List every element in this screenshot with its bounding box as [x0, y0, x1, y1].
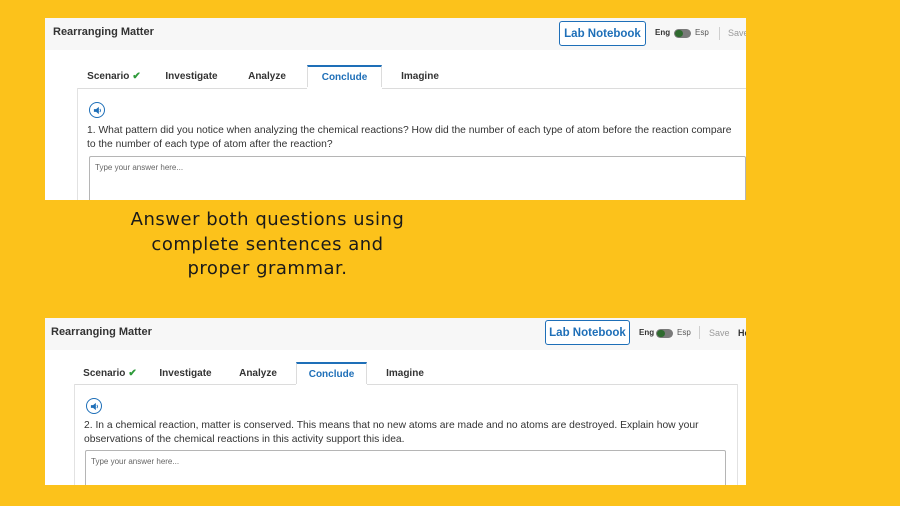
- tab-investigate[interactable]: Investigate: [149, 362, 222, 384]
- speaker-icon: [93, 106, 101, 114]
- audio-button[interactable]: [86, 398, 102, 414]
- divider: [719, 27, 720, 40]
- checkmark-icon: ✔: [132, 70, 141, 82]
- toggle-knob: [675, 30, 683, 37]
- tab-analyze[interactable]: Analyze: [229, 362, 287, 384]
- tab-label: Conclude: [308, 368, 355, 380]
- tab-investigate[interactable]: Investigate: [155, 65, 228, 87]
- answer-input[interactable]: [89, 156, 746, 200]
- lang-eng-label: Eng: [639, 328, 655, 337]
- tab-scenario[interactable]: Scenario ✔: [83, 65, 145, 87]
- top-bar: Rearranging Matter Lab Notebook Eng Esp …: [45, 18, 746, 50]
- divider: [699, 326, 700, 339]
- tab-label: Analyze: [239, 367, 277, 379]
- tab-analyze[interactable]: Analyze: [238, 65, 296, 87]
- lab-notebook-button[interactable]: Lab Notebook: [545, 320, 630, 345]
- tab-label: Imagine: [386, 367, 424, 379]
- tab-imagine[interactable]: Imagine: [391, 65, 449, 87]
- top-bar: Rearranging Matter Lab Notebook Eng Esp …: [45, 318, 746, 350]
- lang-esp-label: Esp: [695, 28, 709, 37]
- audio-button[interactable]: [89, 102, 105, 118]
- tab-bar: Scenario ✔ Investigate Analyze Conclude I…: [45, 65, 746, 87]
- tab-label: Scenario: [83, 367, 126, 379]
- app-title: Rearranging Matter: [53, 26, 154, 38]
- save-button[interactable]: Save: [709, 328, 730, 338]
- tab-scenario[interactable]: Scenario ✔: [79, 362, 141, 384]
- answer-input[interactable]: [85, 450, 726, 485]
- tab-label: Investigate: [165, 70, 218, 82]
- tab-label: Imagine: [401, 70, 439, 82]
- tab-conclude[interactable]: Conclude: [307, 65, 382, 87]
- checkmark-icon: ✔: [128, 367, 137, 379]
- tab-label: Analyze: [248, 70, 286, 82]
- tab-bar: Scenario ✔ Investigate Analyze Conclude I…: [45, 362, 746, 384]
- speaker-icon: [90, 402, 98, 410]
- question-text: 2. In a chemical reaction, matter is con…: [84, 420, 699, 445]
- save-button[interactable]: Save: [728, 28, 746, 38]
- instruction-caption: Answer both questions using complete sen…: [130, 209, 405, 279]
- lang-eng-label: Eng: [655, 28, 671, 37]
- language-toggle[interactable]: [674, 29, 691, 38]
- help-button[interactable]: He: [738, 328, 746, 338]
- tab-conclude[interactable]: Conclude: [296, 362, 367, 384]
- lang-esp-label: Esp: [677, 328, 691, 337]
- app-title: Rearranging Matter: [51, 326, 152, 338]
- lab-notebook-button[interactable]: Lab Notebook: [559, 21, 646, 46]
- lab-panel-question-1: Rearranging Matter Lab Notebook Eng Esp …: [45, 18, 746, 200]
- toggle-knob: [657, 330, 665, 337]
- lab-panel-question-2: Rearranging Matter Lab Notebook Eng Esp …: [45, 318, 746, 485]
- language-toggle[interactable]: [656, 329, 673, 338]
- tab-imagine[interactable]: Imagine: [376, 362, 434, 384]
- question-text: 1. What pattern did you notice when anal…: [87, 125, 732, 150]
- tab-label: Scenario: [87, 70, 130, 82]
- tab-label: Conclude: [321, 71, 368, 83]
- tab-label: Investigate: [159, 367, 212, 379]
